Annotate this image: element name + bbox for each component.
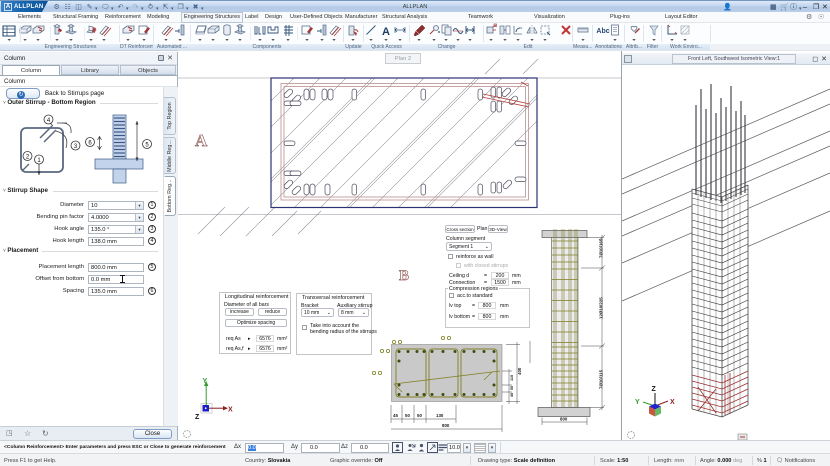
svg-text:X: X <box>670 399 675 406</box>
svg-text:800: 800 <box>560 417 568 422</box>
svg-text:Z: Z <box>652 386 657 393</box>
svg-text:50: 50 <box>510 386 514 390</box>
svg-text:45: 45 <box>393 413 398 418</box>
svg-text:400: 400 <box>517 367 522 375</box>
svg-text:Z: Z <box>195 414 200 421</box>
svg-text:800: 800 <box>442 423 450 428</box>
svg-text:Y: Y <box>203 378 208 385</box>
svg-text:Y: Y <box>635 399 640 406</box>
svg-text:110: 110 <box>510 375 514 381</box>
svg-text:7Ø10/115: 7Ø10/115 <box>599 369 604 389</box>
svg-text:50: 50 <box>405 413 410 418</box>
svg-text:130: 130 <box>436 413 444 418</box>
svg-text:50: 50 <box>417 413 422 418</box>
svg-text:7Ø10/165: 7Ø10/165 <box>599 238 604 258</box>
svg-text:40: 40 <box>510 393 514 397</box>
svg-text:12Ø10/225: 12Ø10/225 <box>599 297 604 319</box>
svg-text:X: X <box>228 407 233 414</box>
